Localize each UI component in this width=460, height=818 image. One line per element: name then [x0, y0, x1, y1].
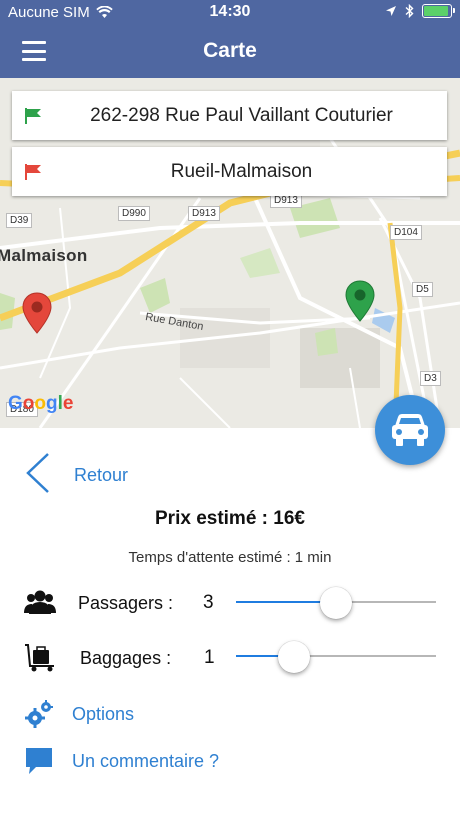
road-label: D104	[390, 225, 422, 240]
green-flag-icon	[25, 108, 41, 124]
header: Aucune SIM 14:30 Carte	[0, 0, 460, 78]
battery-icon	[422, 4, 455, 18]
options-label: Options	[72, 703, 135, 724]
back-button[interactable]	[24, 452, 52, 494]
bluetooth-icon	[405, 4, 414, 18]
taxi-button[interactable]	[375, 395, 445, 465]
google-logo: Google	[8, 393, 74, 414]
comment-bubble-icon	[26, 748, 52, 774]
road-label: D913	[188, 206, 220, 221]
luggage-value: 1	[204, 647, 215, 668]
map-place-label: Malmaison	[0, 246, 88, 265]
passengers-label: Passagers :	[78, 593, 174, 613]
nav-bar: Carte	[0, 26, 460, 78]
passengers-icon	[24, 590, 56, 614]
location-arrow-icon	[386, 6, 396, 16]
comment-link[interactable]: Un commentaire ?	[24, 746, 219, 776]
luggage-label: Baggages :	[80, 648, 172, 668]
options-link[interactable]: Options	[24, 699, 134, 729]
road-label: D39	[6, 213, 33, 228]
passengers-slider[interactable]	[236, 587, 436, 619]
from-address-field[interactable]: 262-298 Rue Paul Vaillant Couturier	[12, 91, 447, 140]
to-address-field[interactable]: Rueil-Malmaison	[12, 147, 447, 196]
status-right	[385, 4, 455, 18]
status-bar: Aucune SIM 14:30	[0, 0, 460, 26]
estimated-price: Prix estimé : 16€	[155, 508, 305, 529]
to-address-text: Rueil-Malmaison	[170, 160, 313, 182]
battery-level	[424, 6, 448, 16]
gears-icon	[25, 700, 53, 728]
estimated-wait: Temps d'attente estimé : 1 min	[128, 549, 332, 566]
taxi-icon	[392, 414, 428, 446]
red-flag-icon	[25, 164, 41, 180]
slider-thumb[interactable]	[278, 641, 310, 673]
slider-thumb[interactable]	[320, 587, 352, 619]
luggage-slider[interactable]	[236, 641, 436, 673]
page-title: Carte	[203, 39, 257, 62]
destination-pin-icon[interactable]	[345, 280, 375, 322]
road-label: D5	[412, 282, 433, 297]
luggage-icon	[25, 644, 54, 672]
comment-label: Un commentaire ?	[72, 750, 220, 771]
from-address-text: 262-298 Rue Paul Vaillant Couturier	[90, 104, 393, 126]
road-label: D990	[118, 206, 150, 221]
back-label[interactable]: Retour	[74, 465, 128, 486]
passengers-value: 3	[203, 592, 214, 613]
road-label: D3	[420, 371, 441, 386]
chevron-left-icon	[26, 453, 49, 493]
origin-pin-icon[interactable]	[22, 292, 52, 334]
